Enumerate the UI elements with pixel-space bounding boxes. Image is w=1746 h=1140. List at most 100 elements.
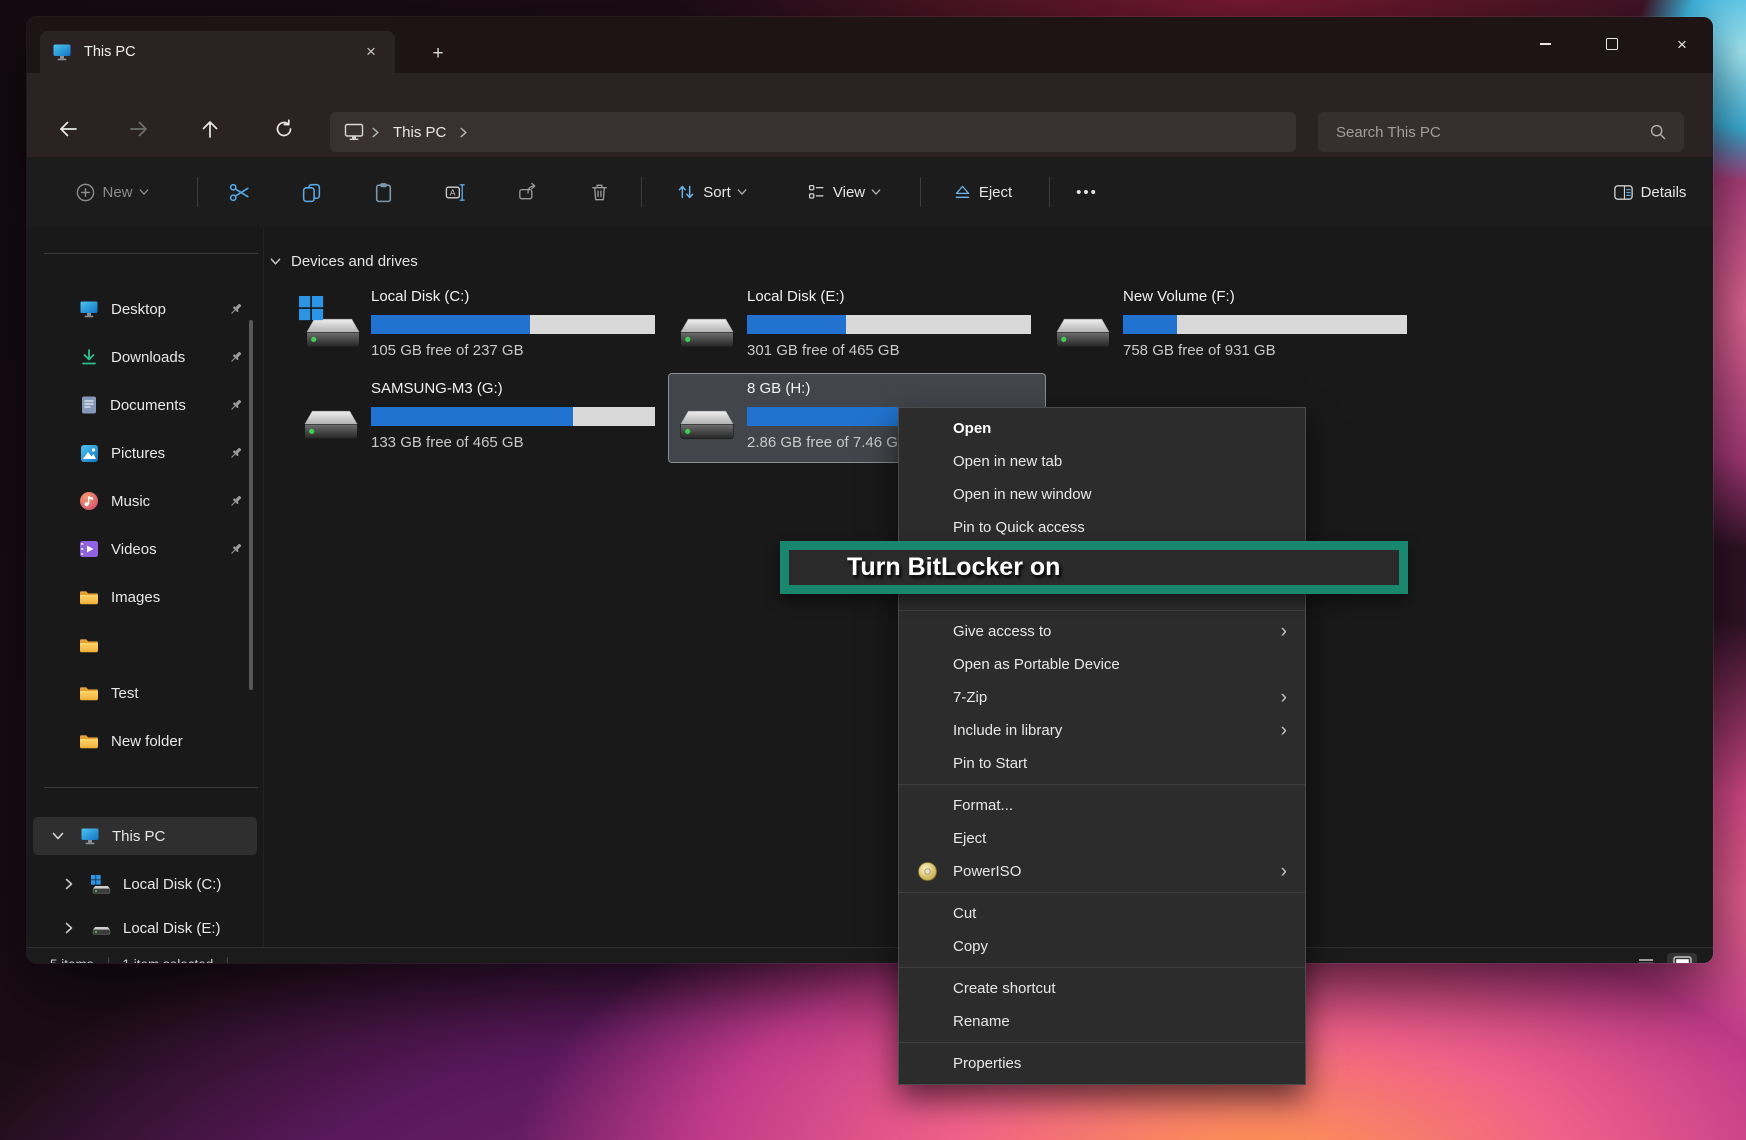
search-box[interactable]	[1318, 112, 1684, 152]
this-pc-icon	[52, 43, 72, 61]
close-button[interactable]: ×	[1659, 29, 1705, 59]
view-button[interactable]: View	[791, 172, 895, 212]
music-icon	[79, 491, 99, 511]
sidebar-item-music[interactable]: Music	[33, 482, 257, 520]
chevron-right-icon[interactable]	[63, 878, 75, 890]
tab-close-icon[interactable]: ×	[361, 42, 381, 62]
folder-icon	[79, 637, 99, 653]
menu-item-7-zip[interactable]: 7-Zip›	[899, 681, 1305, 714]
sidebar-item-videos[interactable]: Videos	[33, 530, 257, 568]
this-pc-icon	[344, 123, 364, 141]
sidebar-item-desktop[interactable]: Desktop	[33, 290, 257, 328]
menu-item-label: Include in library	[953, 722, 1281, 739]
this-pc-icon	[80, 827, 100, 845]
menu-item-properties[interactable]: Properties	[899, 1047, 1305, 1080]
list-view-icon	[1637, 957, 1655, 964]
breadcrumb-this-pc[interactable]: This PC	[393, 124, 446, 141]
windows-logo-icon	[299, 296, 324, 321]
menu-item-open-in-new-tab[interactable]: Open in new tab	[899, 445, 1305, 478]
refresh-button[interactable]	[266, 111, 302, 147]
menu-item-cut[interactable]: Cut	[899, 897, 1305, 930]
menu-item-open[interactable]: Open	[899, 412, 1305, 445]
menu-item-pin-to-quick-access[interactable]: Pin to Quick access	[899, 511, 1305, 544]
sidebar-item-local-disk-e[interactable]: Local Disk (E:)	[33, 911, 257, 945]
menu-item-pin-to-start[interactable]: Pin to Start	[899, 747, 1305, 780]
menu-item-label: Copy	[953, 938, 1305, 955]
menu-item-copy[interactable]: Copy	[899, 930, 1305, 963]
menu-item-label: Open as Portable Device	[953, 656, 1305, 673]
up-button[interactable]	[192, 111, 228, 147]
details-view-button[interactable]	[1631, 953, 1661, 964]
tab-this-pc[interactable]: This PC ×	[40, 31, 395, 73]
sort-button[interactable]: Sort	[663, 172, 759, 212]
forward-arrow-icon	[127, 117, 151, 141]
folder-icon	[79, 685, 99, 701]
menu-item-give-access-to[interactable]: Give access to›	[899, 615, 1305, 648]
section-title: Devices and drives	[291, 253, 418, 270]
up-arrow-icon	[198, 117, 222, 141]
sidebar-item-downloads[interactable]: Downloads	[33, 338, 257, 376]
rename-icon: A	[444, 181, 467, 204]
desktop-icon	[79, 300, 99, 318]
more-options-button[interactable]: •••	[1065, 172, 1109, 212]
menu-item-label: Properties	[953, 1055, 1305, 1072]
drive-name: Local Disk (E:)	[747, 288, 845, 305]
svg-text:A: A	[449, 187, 455, 197]
drive-tile-local-disk-c[interactable]: Local Disk (C:) 105 GB free of 237 GB	[292, 281, 670, 371]
new-tab-button[interactable]: +	[425, 41, 451, 67]
search-input[interactable]	[1334, 123, 1648, 142]
menu-item-create-shortcut[interactable]: Create shortcut	[899, 972, 1305, 1005]
menu-item-format[interactable]: Format...	[899, 789, 1305, 822]
sidebar-scrollbar[interactable]	[249, 320, 253, 690]
thumbnail-view-button[interactable]	[1667, 953, 1697, 964]
chevron-down-icon[interactable]	[270, 256, 281, 267]
menu-item-eject[interactable]: Eject	[899, 822, 1305, 855]
drive-free-space: 2.86 GB free of 7.46 GB	[747, 434, 908, 451]
sidebar-item-documents[interactable]: Documents	[33, 386, 257, 424]
back-button[interactable]	[50, 111, 86, 147]
search-icon[interactable]	[1648, 122, 1668, 142]
menu-group: Format... Eject PowerISO›	[899, 785, 1305, 892]
breadcrumb-chevron-icon	[458, 127, 469, 138]
sidebar-item-label: This PC	[112, 828, 257, 845]
forward-button[interactable]	[121, 111, 157, 147]
breadcrumb-chevron-icon	[370, 127, 381, 138]
sidebar-item-this-pc[interactable]: This PC	[33, 817, 257, 855]
sidebar-item-images[interactable]: Images	[33, 578, 257, 616]
drive-icon	[92, 921, 111, 935]
minimize-button[interactable]	[1522, 29, 1568, 59]
videos-icon	[79, 540, 99, 558]
menu-item-label: Create shortcut	[953, 980, 1305, 997]
new-button[interactable]: New	[52, 172, 172, 212]
menu-item-label: Open	[953, 420, 1305, 437]
eject-label: Eject	[979, 184, 1012, 201]
address-bar[interactable]: This PC	[330, 112, 1296, 152]
section-devices-and-drives[interactable]: Devices and drives	[270, 253, 418, 270]
sidebar-item-test[interactable]: Test	[33, 674, 257, 712]
chevron-down-icon[interactable]	[52, 830, 64, 842]
share-button[interactable]	[507, 172, 547, 212]
menu-item-open-in-new-window[interactable]: Open in new window	[899, 478, 1305, 511]
chevron-right-icon[interactable]	[63, 922, 75, 934]
paste-button[interactable]	[363, 172, 403, 212]
maximize-button[interactable]	[1589, 29, 1635, 59]
details-pane-button[interactable]: Details	[1597, 172, 1707, 212]
delete-button[interactable]	[579, 172, 619, 212]
menu-item-poweriso[interactable]: PowerISO›	[899, 855, 1305, 888]
copy-button[interactable]	[291, 172, 331, 212]
eject-button[interactable]: Eject	[939, 172, 1031, 212]
sidebar-item-pictures[interactable]: Pictures	[33, 434, 257, 472]
sidebar-item-local-disk-c[interactable]: Local Disk (C:)	[33, 865, 257, 903]
cut-button[interactable]	[219, 172, 259, 212]
menu-item-include-in-library[interactable]: Include in library›	[899, 714, 1305, 747]
bitlocker-annotation-highlight[interactable]: Turn BitLocker on	[780, 541, 1408, 594]
drive-tile-samsung-m3-g[interactable]: SAMSUNG-M3 (G:) 133 GB free of 465 GB	[292, 373, 670, 463]
drive-tile-local-disk-e[interactable]: Local Disk (E:) 301 GB free of 465 GB	[668, 281, 1046, 371]
menu-item-rename[interactable]: Rename	[899, 1005, 1305, 1038]
sidebar-item-new-folder[interactable]: New folder	[33, 722, 257, 760]
new-label: New	[102, 184, 132, 201]
drive-tile-new-volume-f[interactable]: New Volume (F:) 758 GB free of 931 GB	[1044, 281, 1422, 371]
rename-button[interactable]: A	[435, 172, 475, 212]
sidebar-item-folder[interactable]	[33, 626, 257, 664]
menu-item-open-as-portable-device[interactable]: Open as Portable Device	[899, 648, 1305, 681]
